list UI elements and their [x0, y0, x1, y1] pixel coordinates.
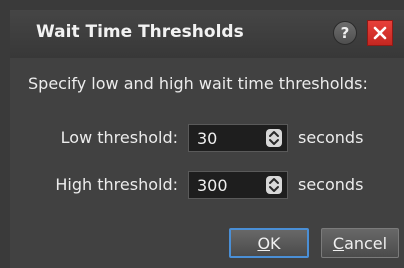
high-threshold-label: High threshold:: [55, 175, 178, 194]
question-mark-icon: ?: [340, 24, 350, 42]
high-threshold-value[interactable]: 300: [197, 176, 228, 195]
dialog-title: Wait Time Thresholds: [36, 22, 244, 42]
low-threshold-label: Low threshold:: [60, 128, 178, 147]
close-button[interactable]: [367, 20, 393, 46]
low-threshold-value[interactable]: 30: [197, 129, 217, 148]
help-button[interactable]: ?: [333, 21, 357, 45]
title-bar[interactable]: Wait Time Thresholds ?: [10, 10, 404, 58]
ok-button[interactable]: OK: [229, 228, 309, 258]
cancel-button[interactable]: Cancel: [321, 228, 399, 258]
low-threshold-stepper[interactable]: [266, 129, 282, 147]
low-threshold-unit: seconds: [298, 128, 364, 147]
cancel-mnemonic: C: [332, 233, 345, 253]
up-down-arrows-icon: [269, 131, 279, 145]
instruction-text: Specify low and high wait time threshold…: [28, 74, 368, 93]
up-down-arrows-icon: [269, 178, 279, 192]
high-threshold-unit: seconds: [298, 175, 364, 194]
high-threshold-spinbox[interactable]: 300: [188, 171, 288, 199]
close-x-icon: [373, 26, 387, 40]
dialog-window: Wait Time Thresholds ? Specify low and h…: [0, 0, 404, 268]
high-threshold-stepper[interactable]: [266, 176, 282, 194]
cancel-label-rest: ancel: [344, 233, 388, 253]
dialog-body: Specify low and high wait time threshold…: [10, 58, 404, 268]
ok-mnemonic: O: [257, 233, 271, 253]
low-threshold-spinbox[interactable]: 30: [188, 124, 288, 152]
ok-label-rest: K: [270, 233, 281, 253]
